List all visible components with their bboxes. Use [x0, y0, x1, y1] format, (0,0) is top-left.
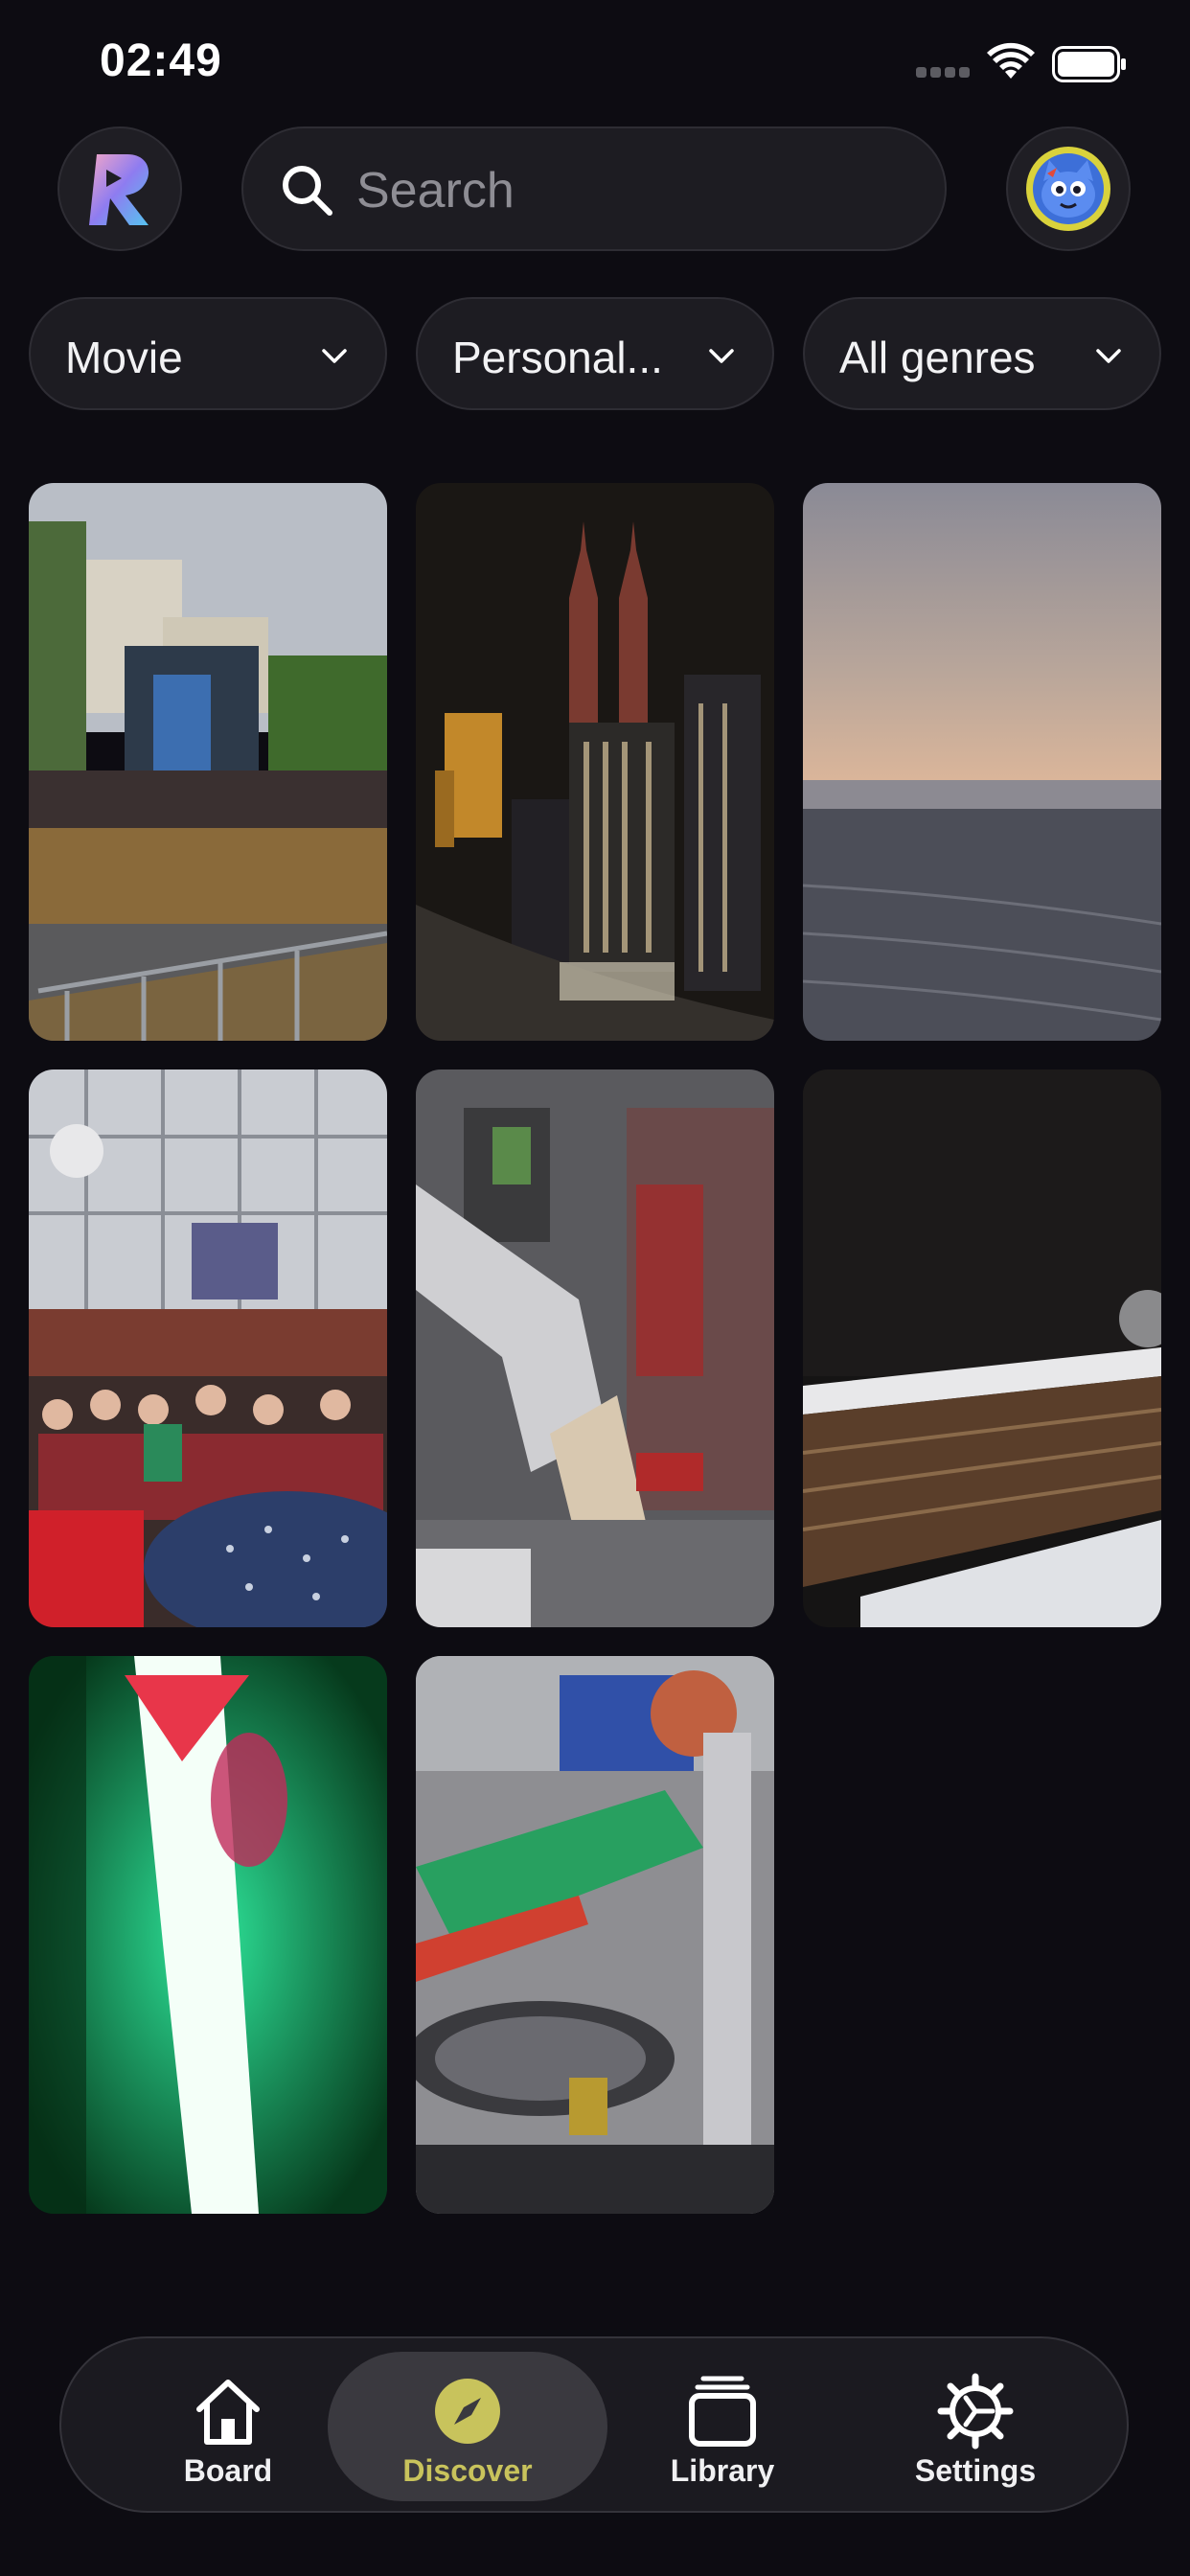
cellular-signal-icon [916, 67, 972, 80]
filter-type-dropdown[interactable]: Movie [29, 297, 387, 410]
search-input[interactable] [356, 157, 893, 224]
profile-avatar-button[interactable] [1006, 126, 1131, 251]
video-thumbnail-machine[interactable] [416, 1656, 774, 2214]
chevron-down-icon [1096, 349, 1121, 363]
thumbnail-image [29, 1070, 387, 1627]
bottom-tab-bar: Board Discover Library Settings [59, 2336, 1129, 2513]
filter-genre-label: All genres [839, 333, 1036, 382]
thumbnail-image [803, 483, 1161, 1041]
thumbnail-image [416, 483, 774, 1041]
app-logo-button[interactable] [57, 126, 182, 251]
tab-board-label: Board [183, 2453, 273, 2488]
video-thumbnail-city-night[interactable] [416, 483, 774, 1041]
thumbnail-image [416, 1070, 774, 1627]
gear-icon [937, 2373, 1014, 2450]
filter-type-label: Movie [65, 333, 183, 382]
battery-icon [1052, 46, 1126, 82]
filter-source-label: Personal... [452, 333, 663, 382]
thumbnail-image [29, 1656, 387, 2214]
filter-source-dropdown[interactable]: Personal... [416, 297, 774, 410]
thumbnail-image [29, 483, 387, 1041]
tab-library-label: Library [670, 2453, 775, 2488]
app-logo-icon [89, 154, 149, 225]
tab-board[interactable]: Board [88, 2352, 368, 2501]
tab-settings[interactable]: Settings [835, 2352, 1115, 2501]
video-thumbnail-sea-sunset[interactable] [803, 483, 1161, 1041]
house-icon [196, 2380, 260, 2445]
status-time: 02:49 [100, 35, 222, 86]
video-thumbnail-robot-arm[interactable] [416, 1070, 774, 1627]
filter-genre-dropdown[interactable]: All genres [803, 297, 1161, 410]
tab-discover-label: Discover [402, 2453, 533, 2488]
video-thumbnail-green-glare[interactable] [29, 1656, 387, 2214]
video-thumbnail-conveyor[interactable] [803, 1070, 1161, 1627]
compass-icon [435, 2379, 500, 2444]
search-bar[interactable] [241, 126, 947, 251]
thumbnail-image [803, 1070, 1161, 1627]
video-thumbnail-crowd[interactable] [29, 1070, 387, 1627]
tab-settings-label: Settings [914, 2453, 1037, 2488]
wifi-icon [987, 42, 1035, 79]
search-icon [283, 166, 332, 216]
tab-discover[interactable]: Discover [328, 2352, 607, 2501]
tab-library[interactable]: Library [583, 2352, 862, 2501]
chevron-down-icon [322, 349, 347, 363]
chevron-down-icon [709, 349, 734, 363]
stacked-cards-icon [689, 2376, 756, 2447]
thumbnail-image [416, 1656, 774, 2214]
status-bar: 02:49 [0, 0, 1190, 125]
cat-avatar-icon [1026, 147, 1110, 231]
video-thumbnail-festival[interactable] [29, 483, 387, 1041]
